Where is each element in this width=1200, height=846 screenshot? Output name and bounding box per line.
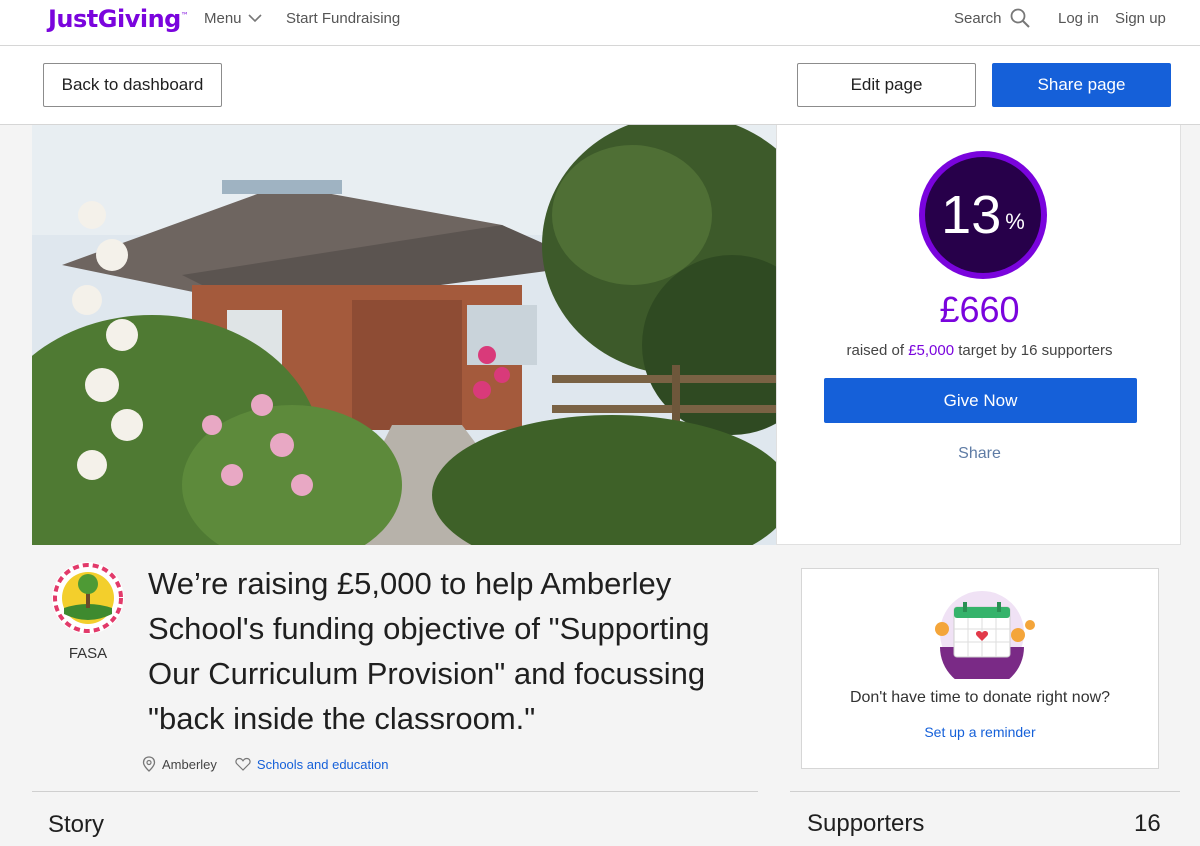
reminder-card: Don't have time to donate right now? Set… <box>801 568 1159 769</box>
charity-logo[interactable] <box>52 562 124 634</box>
search-icon <box>1010 8 1030 28</box>
page-meta: Amberley Schools and education <box>142 756 388 772</box>
owner-action-bar: Back to dashboard Edit page Share page <box>0 46 1200 125</box>
story-heading: Story <box>48 811 105 838</box>
location-pin-icon <box>142 756 156 772</box>
charity-name[interactable]: FASA <box>52 645 124 662</box>
set-reminder-link[interactable]: Set up a reminder <box>802 724 1158 740</box>
raised-mid: target by <box>954 342 1021 359</box>
supporters-count-text: 16 supporters <box>1020 342 1113 359</box>
progress-percent: 13 <box>941 185 1002 245</box>
calendar-reminder-icon <box>935 591 1035 679</box>
give-now-button[interactable]: Give Now <box>824 378 1137 423</box>
share-link[interactable]: Share <box>777 445 1182 463</box>
progress-ring: 13 % <box>919 151 1047 279</box>
chevron-down-icon <box>247 14 262 23</box>
login-link[interactable]: Log in <box>1058 10 1099 27</box>
supporters-heading: Supporters <box>807 810 925 837</box>
justgiving-logo[interactable]: JustGiving™ <box>48 5 189 33</box>
search-button[interactable]: Search <box>954 8 1030 28</box>
edit-page-button[interactable]: Edit page <box>797 63 976 107</box>
raised-summary: raised of £5,000 target by 16 supporters <box>777 342 1182 359</box>
divider <box>32 791 758 792</box>
share-page-button[interactable]: Share page <box>992 63 1171 107</box>
school-garden-photo <box>32 125 776 545</box>
search-label: Search <box>954 9 1002 27</box>
supporters-count: 16 <box>1134 810 1161 837</box>
back-to-dashboard-button[interactable]: Back to dashboard <box>43 63 222 107</box>
category-link[interactable]: Schools and education <box>257 757 389 772</box>
progress-ring-inner: 13 % <box>925 157 1041 273</box>
menu-button[interactable]: Menu <box>204 10 262 27</box>
heart-icon <box>235 757 251 771</box>
raised-prefix: raised of <box>846 342 909 359</box>
page-headline: We’re raising £5,000 to help Amberley Sc… <box>148 566 710 736</box>
divider <box>790 791 1180 792</box>
menu-label: Menu <box>204 10 242 27</box>
progress-percent-sign: % <box>1005 209 1025 234</box>
top-nav: JustGiving™ Menu Start Fundraising Searc… <box>0 0 1200 46</box>
signup-link[interactable]: Sign up <box>1115 10 1166 27</box>
amount-raised: £660 <box>939 289 1020 330</box>
reminder-text: Don't have time to donate right now? <box>849 689 1111 706</box>
target-amount: £5,000 <box>908 342 955 359</box>
hero-image <box>32 125 776 545</box>
start-fundraising-link[interactable]: Start Fundraising <box>286 10 400 27</box>
donation-panel: 13 % £660 raised of £5,000 target by 16 … <box>776 125 1181 545</box>
location-label: Amberley <box>162 756 217 772</box>
fasa-logo-image <box>52 562 124 634</box>
